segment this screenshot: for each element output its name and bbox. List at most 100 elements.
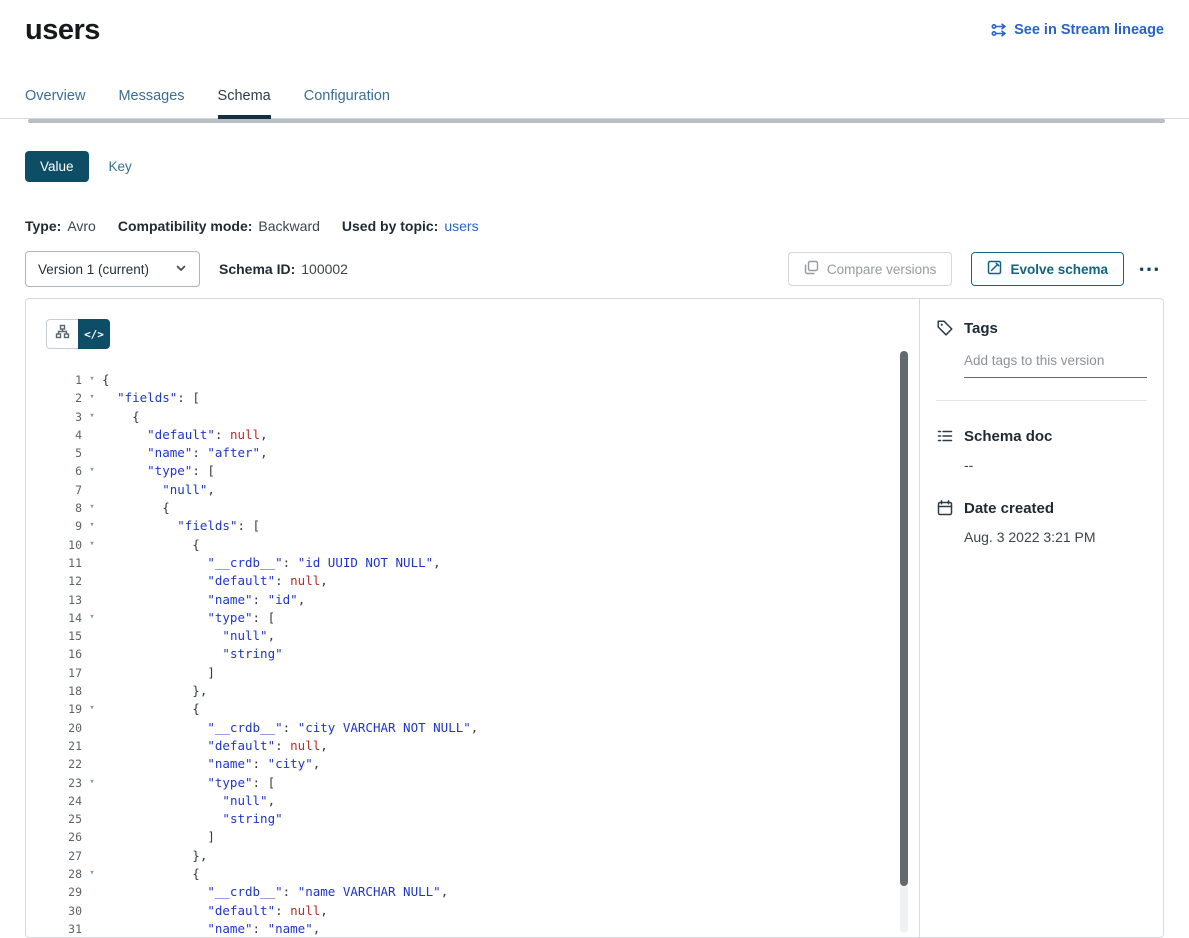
see-in-stream-lineage-link[interactable]: See in Stream lineage (991, 22, 1164, 38)
code-line: 26 ] (46, 828, 919, 846)
topic-link[interactable]: users (444, 218, 478, 234)
editor-view-toggle: </> (46, 319, 110, 349)
code-line: 11 "__crdb__": "id UUID NOT NULL", (46, 554, 919, 572)
chevron-down-icon (175, 262, 187, 277)
schema-doc-section: Schema doc -- (936, 427, 1147, 473)
code-editor[interactable]: 1▾{2▾ "fields": [3▾ {4 "default": null,5… (46, 371, 919, 937)
line-number: 16 (46, 645, 82, 663)
type-label: Type: (25, 218, 61, 234)
code-lines: 1▾{2▾ "fields": [3▾ {4 "default": null,5… (46, 371, 919, 937)
horizontal-scrollbar[interactable] (28, 119, 1165, 123)
fold-toggle-icon[interactable]: ▾ (82, 536, 102, 554)
line-number: 26 (46, 828, 82, 846)
version-select[interactable]: Version 1 (current) (25, 251, 200, 287)
compare-versions-button[interactable]: Compare versions (788, 252, 953, 286)
tags-section-header: Tags (936, 319, 1147, 337)
fold-toggle-icon[interactable]: ▾ (82, 700, 102, 718)
tab-configuration[interactable]: Configuration (304, 88, 390, 118)
add-tags-input[interactable] (964, 350, 1147, 378)
code-line: 1▾{ (46, 371, 919, 389)
code-line: 19▾ { (46, 700, 919, 718)
compare-versions-label: Compare versions (827, 262, 937, 277)
code-text: "__crdb__": "city VARCHAR NOT NULL", (102, 719, 478, 737)
code-text: "__crdb__": "name VARCHAR NULL", (102, 883, 448, 901)
fold-spacer (82, 572, 102, 590)
evolve-schema-label: Evolve schema (1010, 262, 1108, 277)
fold-spacer (82, 792, 102, 810)
evolve-schema-button[interactable]: Evolve schema (971, 252, 1124, 286)
code-view-button[interactable]: </> (78, 319, 110, 349)
stream-lineage-icon (991, 22, 1007, 38)
code-text: "name": "id", (102, 591, 305, 609)
code-line: 12 "default": null, (46, 572, 919, 590)
tree-view-button[interactable] (46, 319, 78, 349)
code-text: "name": "name", (102, 920, 320, 937)
meta-type: Type: Avro (25, 218, 96, 234)
line-number: 20 (46, 719, 82, 737)
line-number: 8 (46, 499, 82, 517)
line-number: 9 (46, 517, 82, 535)
code-text: "null", (102, 792, 275, 810)
code-line: 10▾ { (46, 536, 919, 554)
fold-spacer (82, 444, 102, 462)
schema-editor: </> 1▾{2▾ "fields": [3▾ {4 "default": nu… (26, 299, 919, 937)
line-number: 30 (46, 902, 82, 920)
code-text: "name": "after", (102, 444, 268, 462)
date-created-section: Date created Aug. 3 2022 3:21 PM (936, 499, 1147, 545)
value-toggle-button[interactable]: Value (25, 151, 89, 182)
code-text: ] (102, 828, 215, 846)
line-number: 1 (46, 371, 82, 389)
fold-toggle-icon[interactable]: ▾ (82, 371, 102, 389)
fold-toggle-icon[interactable]: ▾ (82, 609, 102, 627)
line-number: 22 (46, 755, 82, 773)
fold-spacer (82, 719, 102, 737)
code-line: 13 "name": "id", (46, 591, 919, 609)
tab-overview[interactable]: Overview (25, 88, 85, 118)
fold-toggle-icon[interactable]: ▾ (82, 389, 102, 407)
code-text: "type": [ (102, 609, 275, 627)
tab-bar: Overview Messages Schema Configuration (0, 88, 1189, 119)
line-number: 10 (46, 536, 82, 554)
fold-spacer (82, 810, 102, 828)
fold-spacer (82, 591, 102, 609)
line-number: 19 (46, 700, 82, 718)
more-actions-button[interactable]: ⋯ (1136, 258, 1164, 280)
code-line: 22 "name": "city", (46, 755, 919, 773)
tab-schema[interactable]: Schema (218, 88, 271, 118)
vertical-scrollbar[interactable] (900, 351, 908, 933)
code-text: "name": "city", (102, 755, 320, 773)
code-text: ] (102, 664, 215, 682)
line-number: 12 (46, 572, 82, 590)
fold-toggle-icon[interactable]: ▾ (82, 499, 102, 517)
code-line: 29 "__crdb__": "name VARCHAR NULL", (46, 883, 919, 901)
fold-spacer (82, 627, 102, 645)
code-line: 25 "string" (46, 810, 919, 828)
compatibility-label: Compatibility mode: (118, 218, 253, 234)
line-number: 5 (46, 444, 82, 462)
fold-toggle-icon[interactable]: ▾ (82, 774, 102, 792)
fold-spacer (82, 737, 102, 755)
key-toggle-button[interactable]: Key (95, 151, 146, 182)
code-text: { (102, 408, 140, 426)
fold-toggle-icon[interactable]: ▾ (82, 408, 102, 426)
code-view-icon: </> (84, 328, 104, 341)
schema-panel: </> 1▾{2▾ "fields": [3▾ {4 "default": nu… (25, 298, 1164, 938)
tab-messages[interactable]: Messages (118, 88, 184, 118)
fold-toggle-icon[interactable]: ▾ (82, 462, 102, 480)
line-number: 31 (46, 920, 82, 937)
line-number: 13 (46, 591, 82, 609)
code-text: "fields": [ (102, 517, 260, 535)
fold-toggle-icon[interactable]: ▾ (82, 865, 102, 883)
code-line: 2▾ "fields": [ (46, 389, 919, 407)
code-text: "string" (102, 810, 283, 828)
scrollbar-thumb[interactable] (900, 351, 908, 886)
code-line: 9▾ "fields": [ (46, 517, 919, 535)
line-number: 25 (46, 810, 82, 828)
fold-spacer (82, 664, 102, 682)
line-number: 11 (46, 554, 82, 572)
tree-view-icon (55, 324, 70, 344)
compare-versions-icon (804, 260, 819, 278)
line-number: 7 (46, 481, 82, 499)
fold-toggle-icon[interactable]: ▾ (82, 517, 102, 535)
code-line: 6▾ "type": [ (46, 462, 919, 480)
